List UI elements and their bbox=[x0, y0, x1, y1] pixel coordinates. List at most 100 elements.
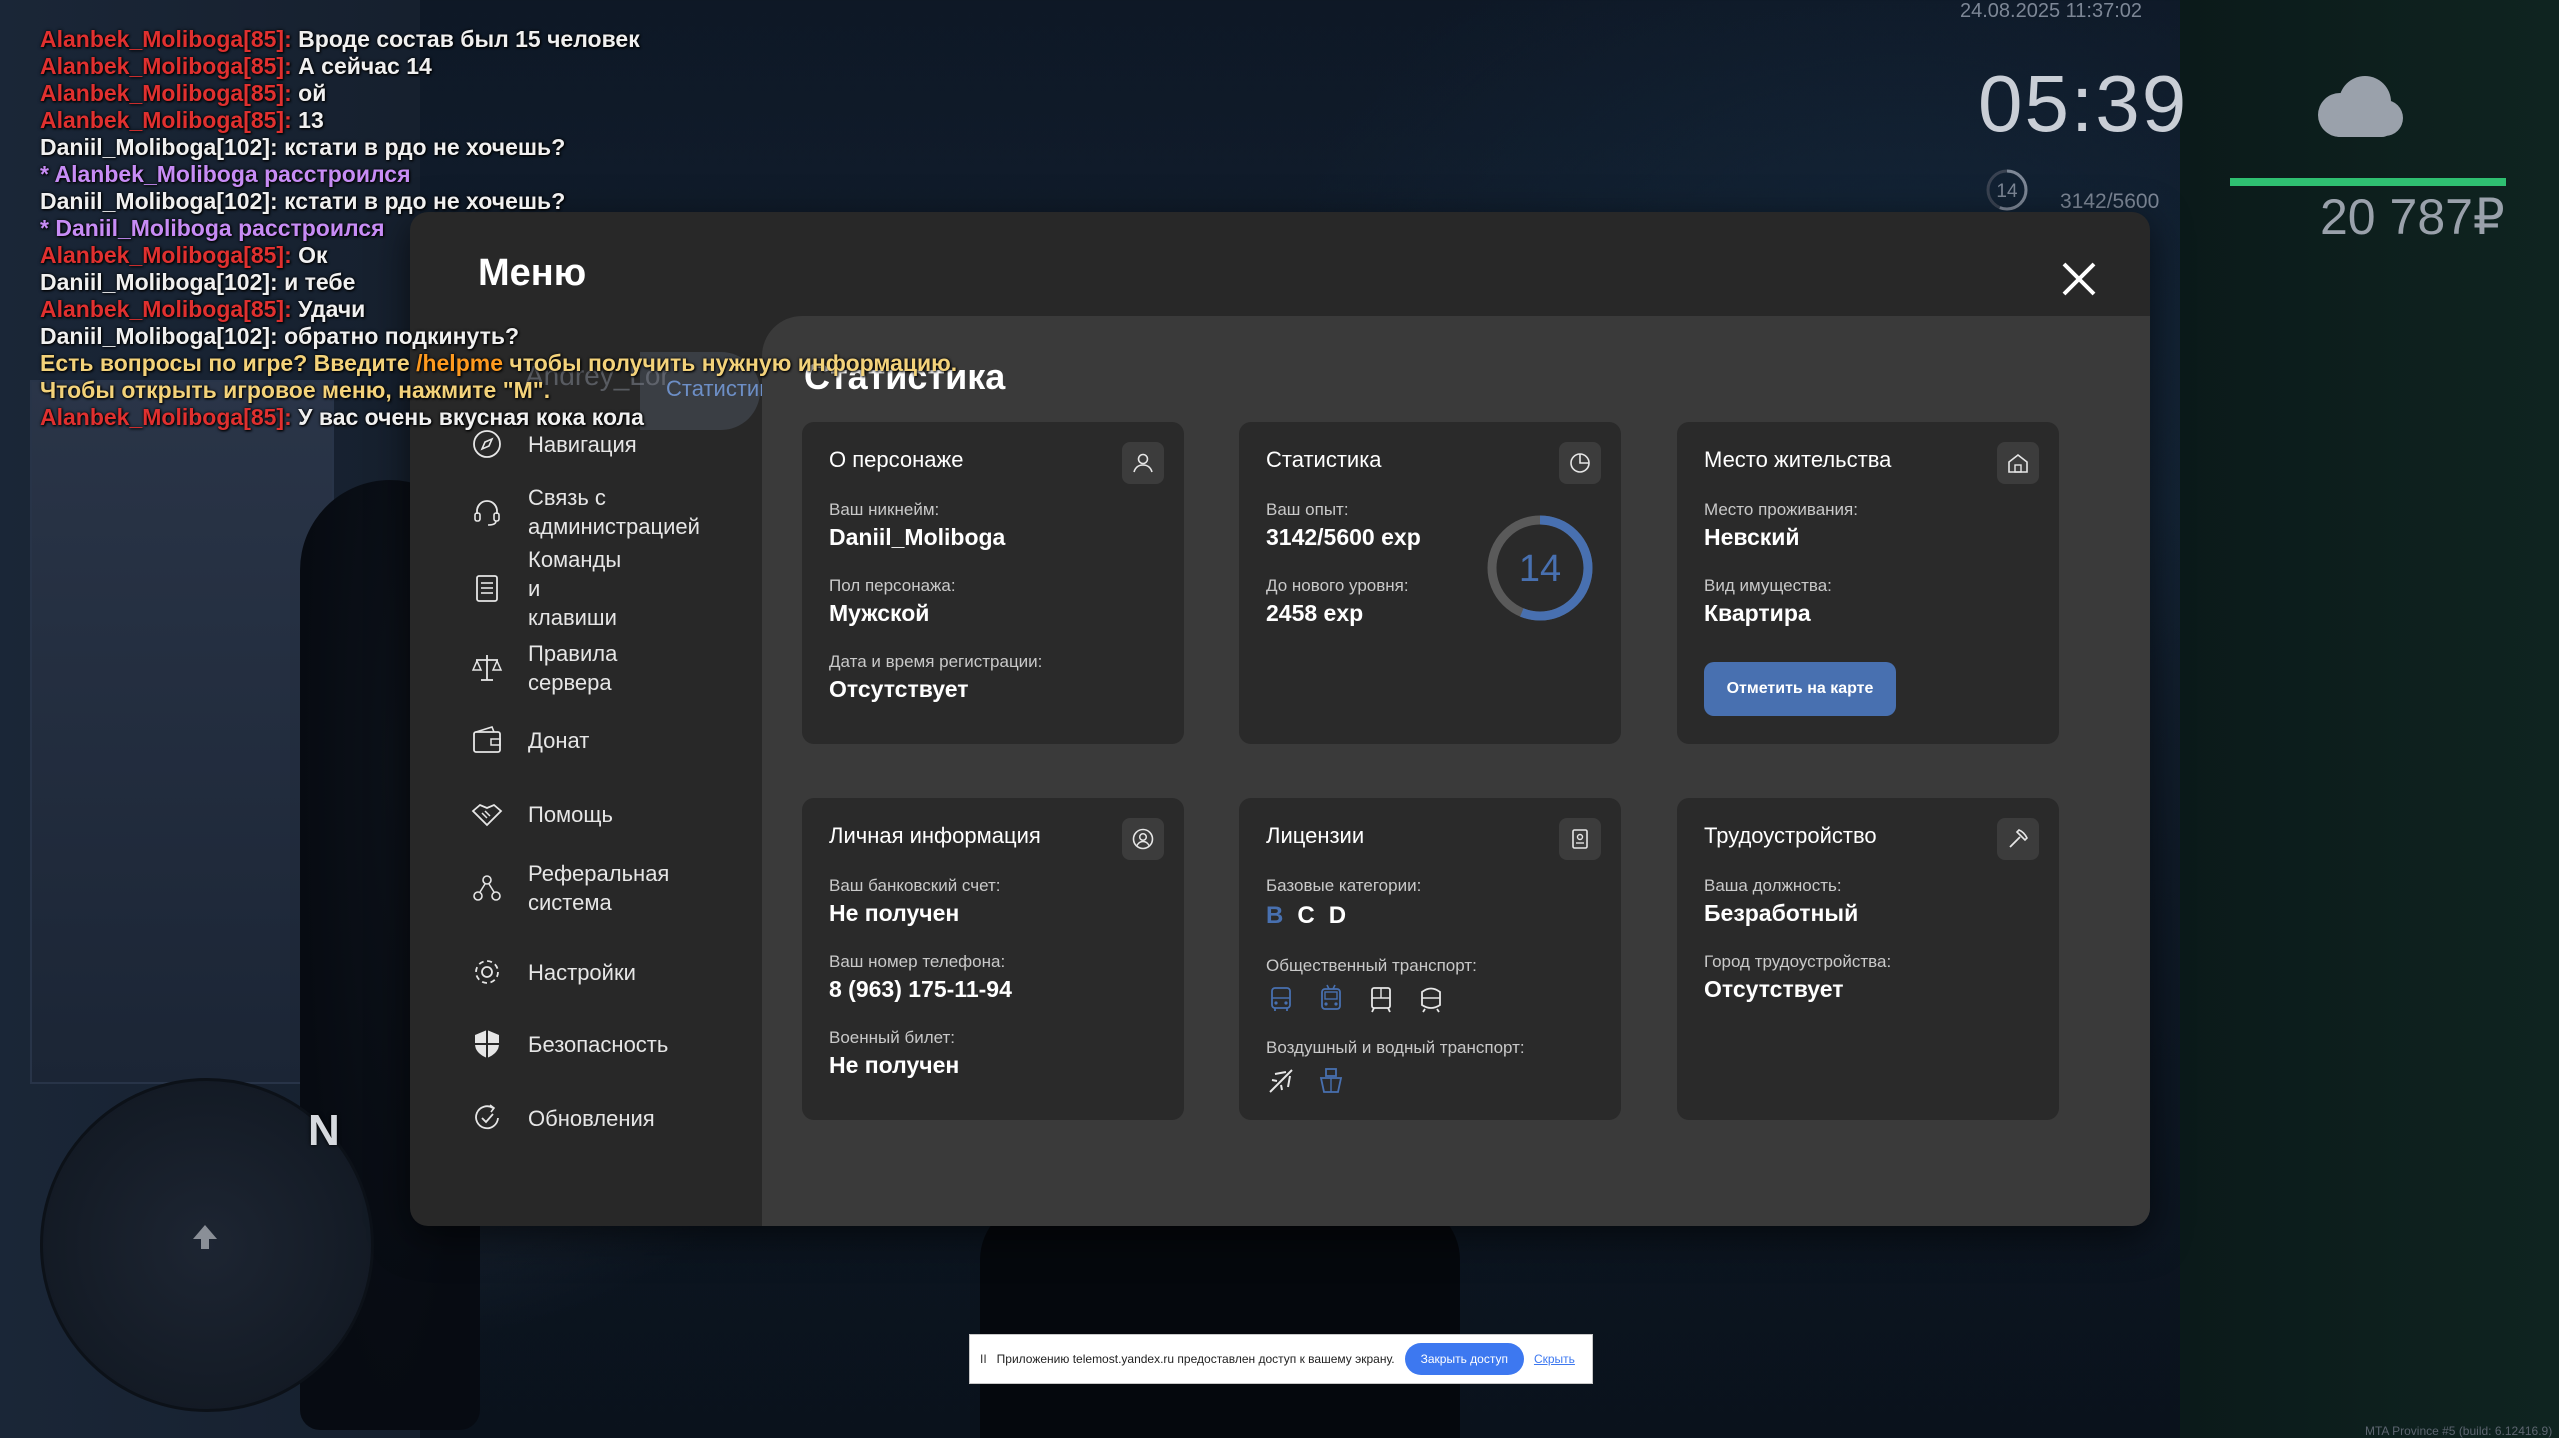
chat-text: А сейчас 14 bbox=[291, 53, 432, 79]
player-marker-icon bbox=[190, 1222, 220, 1252]
sidebar-item-help[interactable]: Помощь bbox=[470, 784, 613, 844]
chat-line: Alanbek_Moliboga[85]: Удачи bbox=[40, 296, 957, 323]
sidebar-item-label: Настройки bbox=[528, 959, 636, 985]
scene-character-foreground bbox=[980, 1200, 1460, 1438]
sidebar-item-donate[interactable]: Донат bbox=[470, 710, 589, 770]
bank-account-label: Ваш банковский счет: bbox=[829, 876, 1001, 895]
network-icon bbox=[470, 871, 504, 905]
sidebar-item-label: Навигация bbox=[528, 431, 637, 457]
base-categories-label: Базовые категории: bbox=[1266, 876, 1422, 895]
sidebar-item-label: Реферальная система bbox=[528, 861, 670, 915]
chat-line: * Alanbek_Moliboga расстроился bbox=[40, 161, 957, 188]
wallet-icon bbox=[470, 723, 504, 757]
chat-text: ой bbox=[291, 80, 327, 106]
chat-text: Daniil_Moliboga[102]: обратно подкинуть? bbox=[40, 323, 520, 349]
metro-icon bbox=[1416, 984, 1446, 1018]
statistics-panel: Статистика О персонаже Ваш никнейм: Dani… bbox=[762, 316, 2150, 1226]
chat-line: Alanbek_Moliboga[85]: А сейчас 14 bbox=[40, 53, 957, 80]
chat-text: Alanbek_Moliboga[85]: bbox=[40, 242, 292, 268]
position-value: Безработный bbox=[1704, 900, 1859, 926]
sidebar-item-label: Обновления bbox=[528, 1105, 655, 1131]
employment-city-value: Отсутствует bbox=[1704, 976, 1844, 1002]
close-icon[interactable] bbox=[2058, 258, 2100, 300]
license-categories: BCD bbox=[1266, 902, 1346, 930]
chat-line: Alanbek_Moliboga[85]: ой bbox=[40, 80, 957, 107]
air-water-transport-label: Воздушный и водный транспорт: bbox=[1266, 1038, 1525, 1057]
license-category: B bbox=[1266, 902, 1284, 929]
chat-log: Alanbek_Moliboga[85]: Вроде состав был 1… bbox=[40, 26, 957, 431]
tram-icon bbox=[1366, 984, 1396, 1018]
statistics-card: Статистика Ваш опыт: 3142/5600 exp До но… bbox=[1239, 422, 1621, 744]
hide-link[interactable]: Скрыть bbox=[1534, 1352, 1575, 1366]
employment-card: Трудоустройство Ваша должность: Безработ… bbox=[1677, 798, 2059, 1120]
card-title: Статистика bbox=[1266, 447, 1382, 472]
chat-text: Daniil_Moliboga[102]: кстати в рдо не хо… bbox=[40, 188, 566, 214]
profile-icon bbox=[1122, 818, 1164, 860]
sidebar-item-label: Донат bbox=[528, 727, 590, 753]
next-level-label: До нового уровня: bbox=[1266, 576, 1409, 595]
card-title: Личная информация bbox=[829, 823, 1041, 848]
document-icon bbox=[1559, 818, 1601, 860]
chat-line: Alanbek_Moliboga[85]: 13 bbox=[40, 107, 957, 134]
chat-text: чтобы получить нужную информацию. bbox=[503, 350, 958, 376]
chat-text: Вроде состав был 15 человек bbox=[291, 26, 640, 52]
residence-place-label: Место проживания: bbox=[1704, 500, 1858, 519]
chat-text: /helpme bbox=[416, 350, 503, 376]
cloud-icon bbox=[2310, 70, 2405, 145]
level-value: 14 bbox=[1519, 548, 1561, 590]
property-type-value: Квартира bbox=[1704, 600, 1811, 626]
bus-icon bbox=[1266, 984, 1296, 1018]
phone-label: Ваш номер телефона: bbox=[829, 952, 1006, 971]
sidebar-item-updates[interactable]: Обновления bbox=[470, 1088, 655, 1148]
chat-text: Alanbek_Moliboga[85]: bbox=[40, 80, 292, 106]
chat-text: Alanbek_Moliboga[85]: bbox=[40, 26, 292, 52]
chat-line: Alanbek_Moliboga[85]: У вас очень вкусна… bbox=[40, 404, 957, 431]
licenses-card: Лицензии Базовые категории: BCD Обществе… bbox=[1239, 798, 1621, 1120]
personal-info-card: Личная информация Ваш банковский счет: Н… bbox=[802, 798, 1184, 1120]
user-icon bbox=[1122, 442, 1164, 484]
level-progress-ring: 14 bbox=[1484, 512, 1596, 624]
chat-text: * Daniil_Moliboga расстроился bbox=[40, 215, 385, 241]
sidebar-item-referral[interactable]: Реферальная система bbox=[470, 858, 669, 918]
sidebar-item-security[interactable]: Безопасность bbox=[470, 1014, 668, 1074]
card-title: Место жительства bbox=[1704, 447, 1892, 472]
exp-value: 3142/5600 exp bbox=[1266, 524, 1421, 550]
scales-icon bbox=[470, 651, 504, 685]
chat-text: Alanbek_Moliboga[85]: bbox=[40, 296, 292, 322]
card-title: О персонаже bbox=[829, 447, 964, 472]
sidebar-item-contact-admin[interactable]: Связь с администрацией bbox=[470, 482, 700, 542]
chat-line: Alanbek_Moliboga[85]: Вроде состав был 1… bbox=[40, 26, 957, 53]
position-label: Ваша должность: bbox=[1704, 876, 1842, 895]
license-category: D bbox=[1328, 902, 1347, 929]
chat-text: * Alanbek_Moliboga расстроился bbox=[40, 161, 411, 187]
mark-on-map-button[interactable]: Отметить на карте bbox=[1704, 662, 1896, 716]
chart-icon bbox=[1559, 442, 1601, 484]
home-icon bbox=[1997, 442, 2039, 484]
residence-place-value: Невский bbox=[1704, 524, 1800, 550]
nickname-value: Daniil_Moliboga bbox=[829, 524, 1006, 550]
sidebar-item-server-rules[interactable]: Правила сервера bbox=[470, 638, 617, 698]
chat-line: Есть вопросы по игре? Введите /helpme чт… bbox=[40, 350, 957, 377]
chat-text: Alanbek_Moliboga[85]: bbox=[40, 107, 292, 133]
chat-text: Alanbek_Moliboga[85]: bbox=[40, 404, 292, 430]
gender-value: Мужской bbox=[829, 600, 930, 626]
sidebar-item-label: Помощь bbox=[528, 801, 613, 827]
hud-clock: 05:39 bbox=[1978, 59, 2189, 148]
chat-line: Чтобы открыть игровое меню, нажмите "M". bbox=[40, 377, 957, 404]
airplane-icon bbox=[1266, 1066, 1296, 1100]
license-category: C bbox=[1297, 902, 1315, 929]
trolleybus-icon bbox=[1316, 984, 1346, 1018]
sidebar-item-commands[interactable]: Команды и клавиши bbox=[470, 547, 621, 630]
close-access-button[interactable]: Закрыть доступ bbox=[1404, 1343, 1524, 1375]
property-type-label: Вид имущества: bbox=[1704, 576, 1832, 595]
chat-text: Daniil_Moliboga[102]: кстати в рдо не хо… bbox=[40, 134, 566, 160]
sidebar-item-settings[interactable]: Настройки bbox=[470, 942, 636, 1002]
gender-label: Пол персонажа: bbox=[829, 576, 956, 595]
chat-text: Есть вопросы по игре? Введите bbox=[40, 350, 417, 376]
chat-text: 13 bbox=[291, 107, 324, 133]
sidebar-item-label: Команды и клавиши bbox=[528, 546, 622, 630]
pause-icon: II bbox=[980, 1352, 987, 1366]
next-level-value: 2458 exp bbox=[1266, 600, 1364, 626]
hud-date: 24.08.2025 11:37:02 bbox=[1960, 0, 2143, 22]
chat-text: У вас очень вкусная кока кола bbox=[291, 404, 644, 430]
